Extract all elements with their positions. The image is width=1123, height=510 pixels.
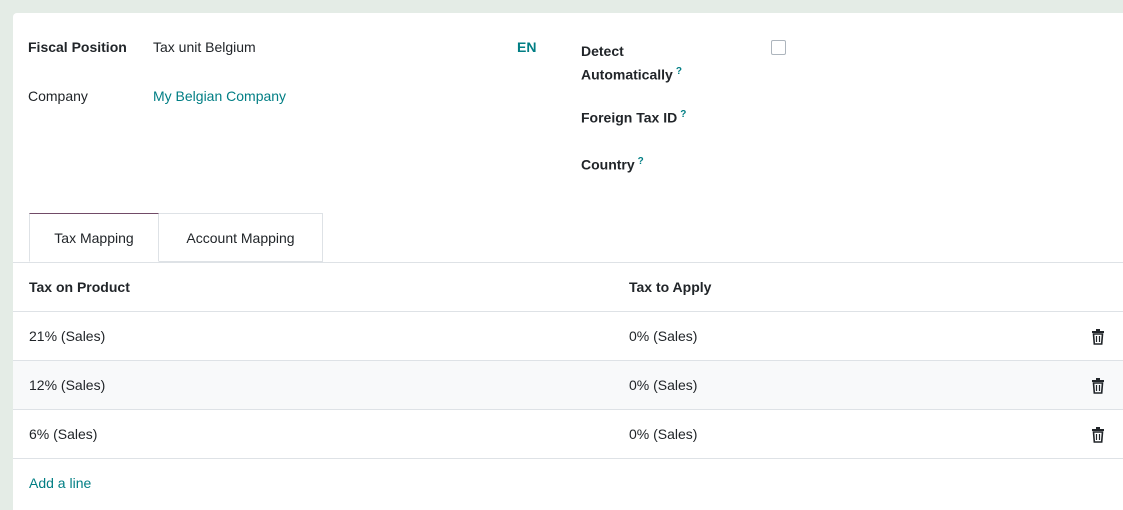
- foreign-tax-help-icon[interactable]: ?: [680, 109, 686, 120]
- tax-to-apply-cell[interactable]: 0% (Sales): [629, 410, 697, 458]
- trash-icon[interactable]: [1091, 427, 1105, 443]
- table-row[interactable]: 12% (Sales) 0% (Sales): [13, 361, 1123, 410]
- trash-icon[interactable]: [1091, 378, 1105, 394]
- detect-automatically-label: Detect Automatically?: [581, 39, 682, 88]
- table-row[interactable]: 21% (Sales) 0% (Sales): [13, 312, 1123, 361]
- company-label: Company: [28, 88, 88, 104]
- foreign-tax-id-label: Foreign Tax ID?: [581, 109, 686, 126]
- tab-account-mapping[interactable]: Account Mapping: [159, 213, 323, 262]
- table-row[interactable]: 6% (Sales) 0% (Sales): [13, 410, 1123, 459]
- language-badge[interactable]: EN: [517, 39, 536, 55]
- fiscal-position-input[interactable]: Tax unit Belgium: [153, 39, 256, 55]
- tax-on-product-cell[interactable]: 21% (Sales): [29, 312, 105, 360]
- country-label: Country?: [581, 156, 644, 173]
- detect-automatically-checkbox[interactable]: [771, 40, 786, 55]
- detect-help-icon[interactable]: ?: [676, 66, 682, 77]
- country-help-icon[interactable]: ?: [638, 156, 644, 167]
- tab-tax-mapping[interactable]: Tax Mapping: [29, 213, 159, 262]
- column-header-tax-to-apply[interactable]: Tax to Apply: [629, 263, 711, 311]
- company-link[interactable]: My Belgian Company: [153, 88, 286, 104]
- trash-icon[interactable]: [1091, 329, 1105, 345]
- foreign-tax-id-text: Foreign Tax ID: [581, 109, 678, 126]
- country-text: Country: [581, 156, 635, 173]
- tax-to-apply-cell[interactable]: 0% (Sales): [629, 312, 697, 360]
- detect-label-line2: Automatically: [581, 66, 673, 83]
- tax-on-product-cell[interactable]: 12% (Sales): [29, 361, 105, 409]
- add-line-row: Add a line: [13, 459, 1123, 508]
- column-header-tax-on-product[interactable]: Tax on Product: [29, 263, 130, 311]
- add-line-link[interactable]: Add a line: [29, 459, 91, 507]
- fiscal-position-label: Fiscal Position: [28, 39, 127, 55]
- tax-to-apply-cell[interactable]: 0% (Sales): [629, 361, 697, 409]
- form-sheet: Fiscal Position Tax unit Belgium EN Comp…: [13, 13, 1123, 510]
- tax-on-product-cell[interactable]: 6% (Sales): [29, 410, 97, 458]
- table-header: Tax on Product Tax to Apply: [13, 263, 1123, 312]
